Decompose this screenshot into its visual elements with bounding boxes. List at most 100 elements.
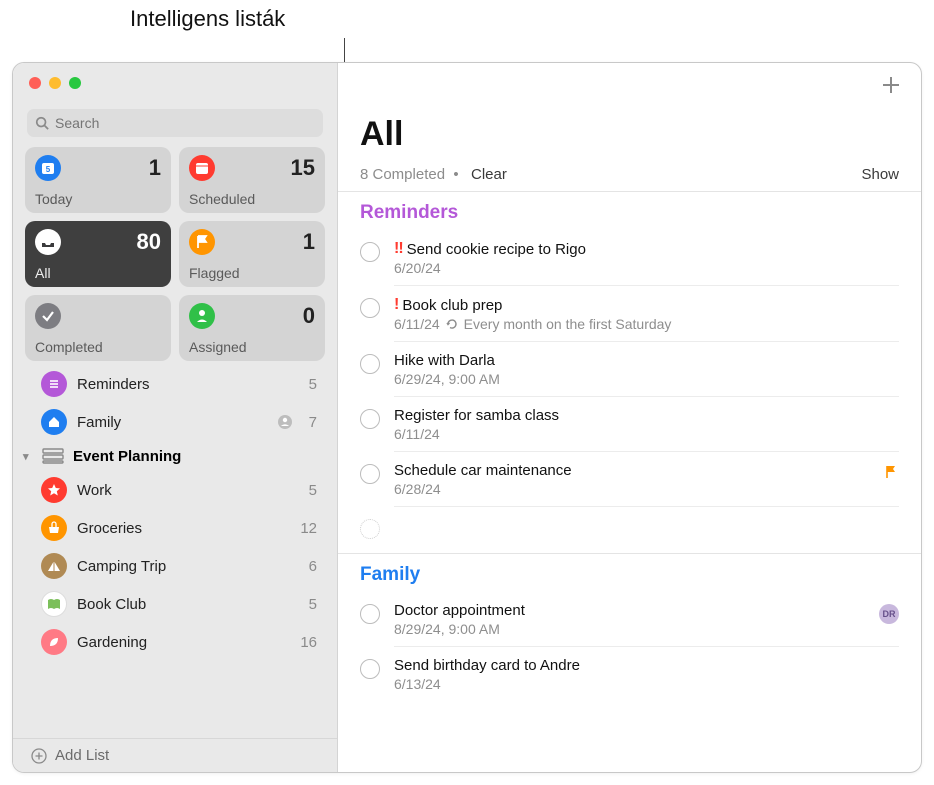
list-count: 12 <box>300 520 317 537</box>
toolbar <box>338 63 921 103</box>
calendar-icon <box>189 155 215 181</box>
priority-indicator: ! <box>394 296 398 314</box>
page-title: All <box>360 115 899 154</box>
list-row-gardening[interactable]: Gardening 16 <box>13 623 337 661</box>
add-list-label: Add List <box>55 747 109 764</box>
item-subtitle: 6/29/24, 9:00 AM <box>394 371 899 387</box>
tile-label: Completed <box>35 339 161 355</box>
search-field[interactable] <box>27 109 323 137</box>
tile-label: All <box>35 265 161 281</box>
sidebar: 5 1 Today 15 Scheduled 80 All 1 Flagged … <box>13 63 338 772</box>
list-count: 5 <box>309 376 317 393</box>
reminder-item[interactable]: Hike with Darla 6/29/24, 9:00 AM <box>338 342 921 397</box>
new-item-placeholder[interactable] <box>338 507 921 549</box>
reminder-item[interactable]: ! Book club prep 6/11/24Every month on t… <box>338 286 921 342</box>
new-reminder-button[interactable] <box>881 75 901 103</box>
item-title: Doctor appointment <box>394 602 525 619</box>
smart-tile-completed[interactable]: Completed <box>25 295 171 361</box>
calendar-today-icon: 5 <box>35 155 61 181</box>
minimize-window-button[interactable] <box>49 77 61 89</box>
list-count: 7 <box>309 414 317 431</box>
chevron-down-icon: ▾ <box>23 450 33 463</box>
basket-icon <box>41 515 67 541</box>
reminder-item[interactable]: !! Send cookie recipe to Rigo 6/20/24 <box>338 230 921 286</box>
smart-tile-all[interactable]: 80 All <box>25 221 171 287</box>
list-count: 6 <box>309 558 317 575</box>
zoom-window-button[interactable] <box>69 77 81 89</box>
reminder-item[interactable]: Schedule car maintenance 6/28/24 <box>338 452 921 507</box>
item-title: Hike with Darla <box>394 352 495 369</box>
item-title: Register for samba class <box>394 407 559 424</box>
group-header-event-planning[interactable]: ▾ Event Planning <box>13 441 337 471</box>
tile-count: 1 <box>303 229 315 255</box>
reminder-item[interactable]: Register for samba class 6/11/24 <box>338 397 921 452</box>
item-title: Send birthday card to Andre <box>394 657 580 674</box>
complete-toggle[interactable] <box>360 659 380 679</box>
home-icon <box>41 409 67 435</box>
plus-icon <box>881 75 901 95</box>
reminder-item[interactable]: Doctor appointment 8/29/24, 9:00 AM DR <box>338 592 921 647</box>
search-icon <box>35 116 49 130</box>
check-icon <box>35 303 61 329</box>
tile-label: Assigned <box>189 339 315 355</box>
item-subtitle: 6/20/24 <box>394 260 899 276</box>
tile-count: 15 <box>291 155 315 181</box>
show-completed-button[interactable]: Show <box>861 166 899 183</box>
add-list-button[interactable]: Add List <box>13 738 337 772</box>
shared-icon <box>277 414 293 430</box>
list-count: 5 <box>309 596 317 613</box>
tile-label: Scheduled <box>189 191 315 207</box>
star-icon <box>41 477 67 503</box>
item-subtitle: 6/11/24 <box>394 426 899 442</box>
tile-count: 1 <box>149 155 161 181</box>
window-controls <box>13 63 337 103</box>
tent-icon <box>41 553 67 579</box>
list-name: Reminders <box>77 376 299 393</box>
tray-icon <box>35 229 61 255</box>
completed-summary: 8 Completed • Clear <box>360 166 507 183</box>
smart-tile-assigned[interactable]: 0 Assigned <box>179 295 325 361</box>
clear-completed-button[interactable]: Clear <box>471 166 507 183</box>
complete-toggle[interactable] <box>360 409 380 429</box>
radio-placeholder-icon <box>360 519 380 539</box>
tile-count: 0 <box>303 303 315 329</box>
flag-icon <box>883 464 899 485</box>
list-row-camping-trip[interactable]: Camping Trip 6 <box>13 547 337 585</box>
complete-toggle[interactable] <box>360 242 380 262</box>
app-window: 5 1 Today 15 Scheduled 80 All 1 Flagged … <box>12 62 922 773</box>
item-subtitle: 8/29/24, 9:00 AM <box>394 621 865 637</box>
list-count: 5 <box>309 482 317 499</box>
list-row-family[interactable]: Family 7 <box>13 403 337 441</box>
list-row-groceries[interactable]: Groceries 12 <box>13 509 337 547</box>
list-row-work[interactable]: Work 5 <box>13 471 337 509</box>
section-title-family[interactable]: Family <box>338 554 921 592</box>
item-title: Book club prep <box>402 297 502 314</box>
group-name: Event Planning <box>73 448 181 465</box>
list-name: Gardening <box>77 634 290 651</box>
search-input[interactable] <box>55 115 315 131</box>
list-row-book-club[interactable]: Book Club 5 <box>13 585 337 623</box>
smart-tile-scheduled[interactable]: 15 Scheduled <box>179 147 325 213</box>
smart-tile-today[interactable]: 5 1 Today <box>25 147 171 213</box>
tile-label: Today <box>35 191 161 207</box>
section-title-reminders[interactable]: Reminders <box>338 192 921 230</box>
list-name: Groceries <box>77 520 290 537</box>
book-icon <box>41 591 67 617</box>
list-icon <box>41 371 67 397</box>
svg-text:5: 5 <box>46 165 51 174</box>
complete-toggle[interactable] <box>360 604 380 624</box>
main-panel: All 8 Completed • Clear Show Reminders !… <box>338 63 921 772</box>
callout-label: Intelligens listák <box>130 6 285 32</box>
list-name: Work <box>77 482 299 499</box>
complete-toggle[interactable] <box>360 354 380 374</box>
list-row-reminders[interactable]: Reminders 5 <box>13 365 337 403</box>
close-window-button[interactable] <box>29 77 41 89</box>
reminder-item[interactable]: Send birthday card to Andre 6/13/24 <box>338 647 921 702</box>
smart-lists-grid: 5 1 Today 15 Scheduled 80 All 1 Flagged … <box>13 147 337 361</box>
complete-toggle[interactable] <box>360 464 380 484</box>
lists-panel: Reminders 5 Family 7 ▾ Event Planning Wo… <box>13 361 337 738</box>
complete-toggle[interactable] <box>360 298 380 318</box>
item-subtitle: 6/28/24 <box>394 481 869 497</box>
stack-icon <box>41 447 65 465</box>
smart-tile-flagged[interactable]: 1 Flagged <box>179 221 325 287</box>
